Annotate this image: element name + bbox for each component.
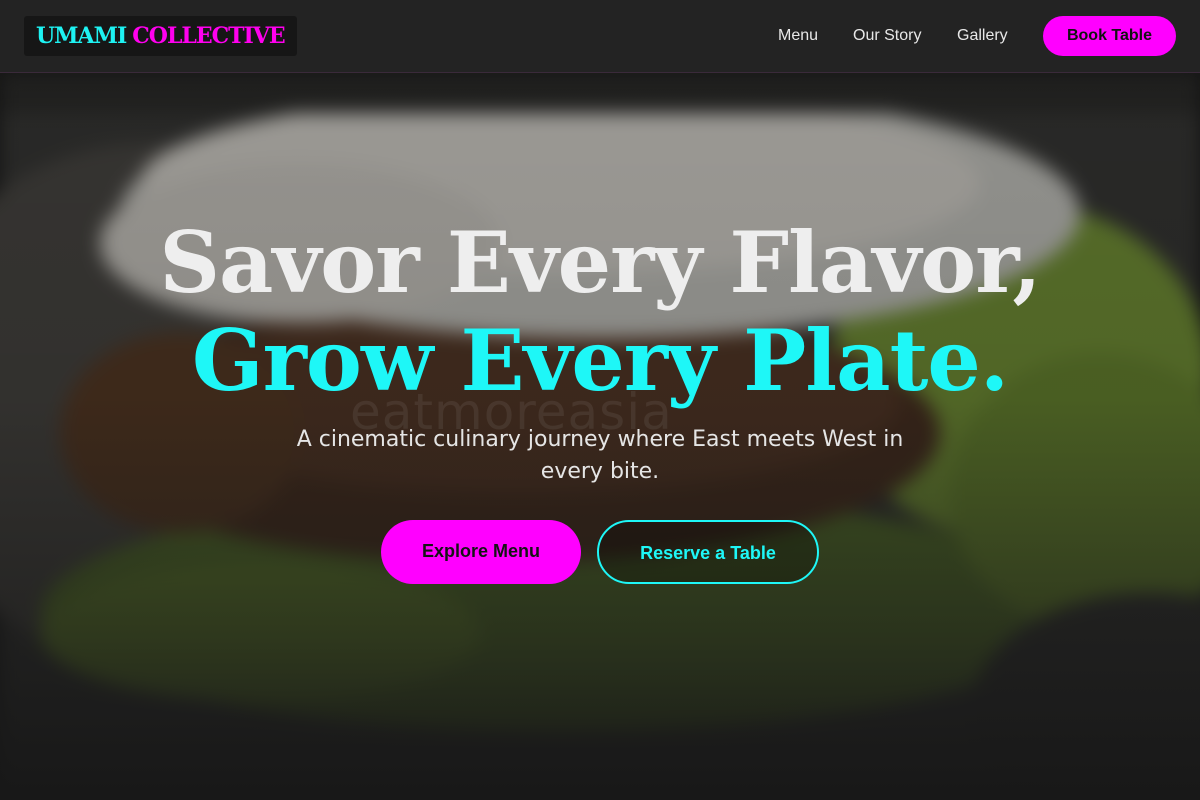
- brand-logo[interactable]: UMAMI COLLECTIVE: [24, 16, 297, 56]
- brand-logo-part2: COLLECTIVE: [132, 23, 285, 49]
- nav-link-our-story[interactable]: Our Story: [853, 24, 921, 48]
- hero-headline-line2: Grow Every Plate.: [191, 311, 1009, 410]
- hero-headline: Savor Every Flavor, Grow Every Plate.: [0, 214, 1200, 410]
- navbar: UMAMI COLLECTIVE Menu Our Story Gallery B…: [0, 0, 1200, 73]
- hero-headline-line1: Savor Every Flavor,: [159, 213, 1041, 312]
- book-table-button[interactable]: Book Table: [1043, 16, 1176, 56]
- hero-subtitle: A cinematic culinary journey where East …: [296, 427, 904, 484]
- explore-menu-button[interactable]: Explore Menu: [381, 520, 581, 584]
- brand-logo-part1: UMAMI: [36, 23, 127, 49]
- nav-link-menu[interactable]: Menu: [778, 24, 818, 48]
- reserve-table-button[interactable]: Reserve a Table: [597, 520, 819, 584]
- nav-link-gallery[interactable]: Gallery: [957, 24, 1008, 48]
